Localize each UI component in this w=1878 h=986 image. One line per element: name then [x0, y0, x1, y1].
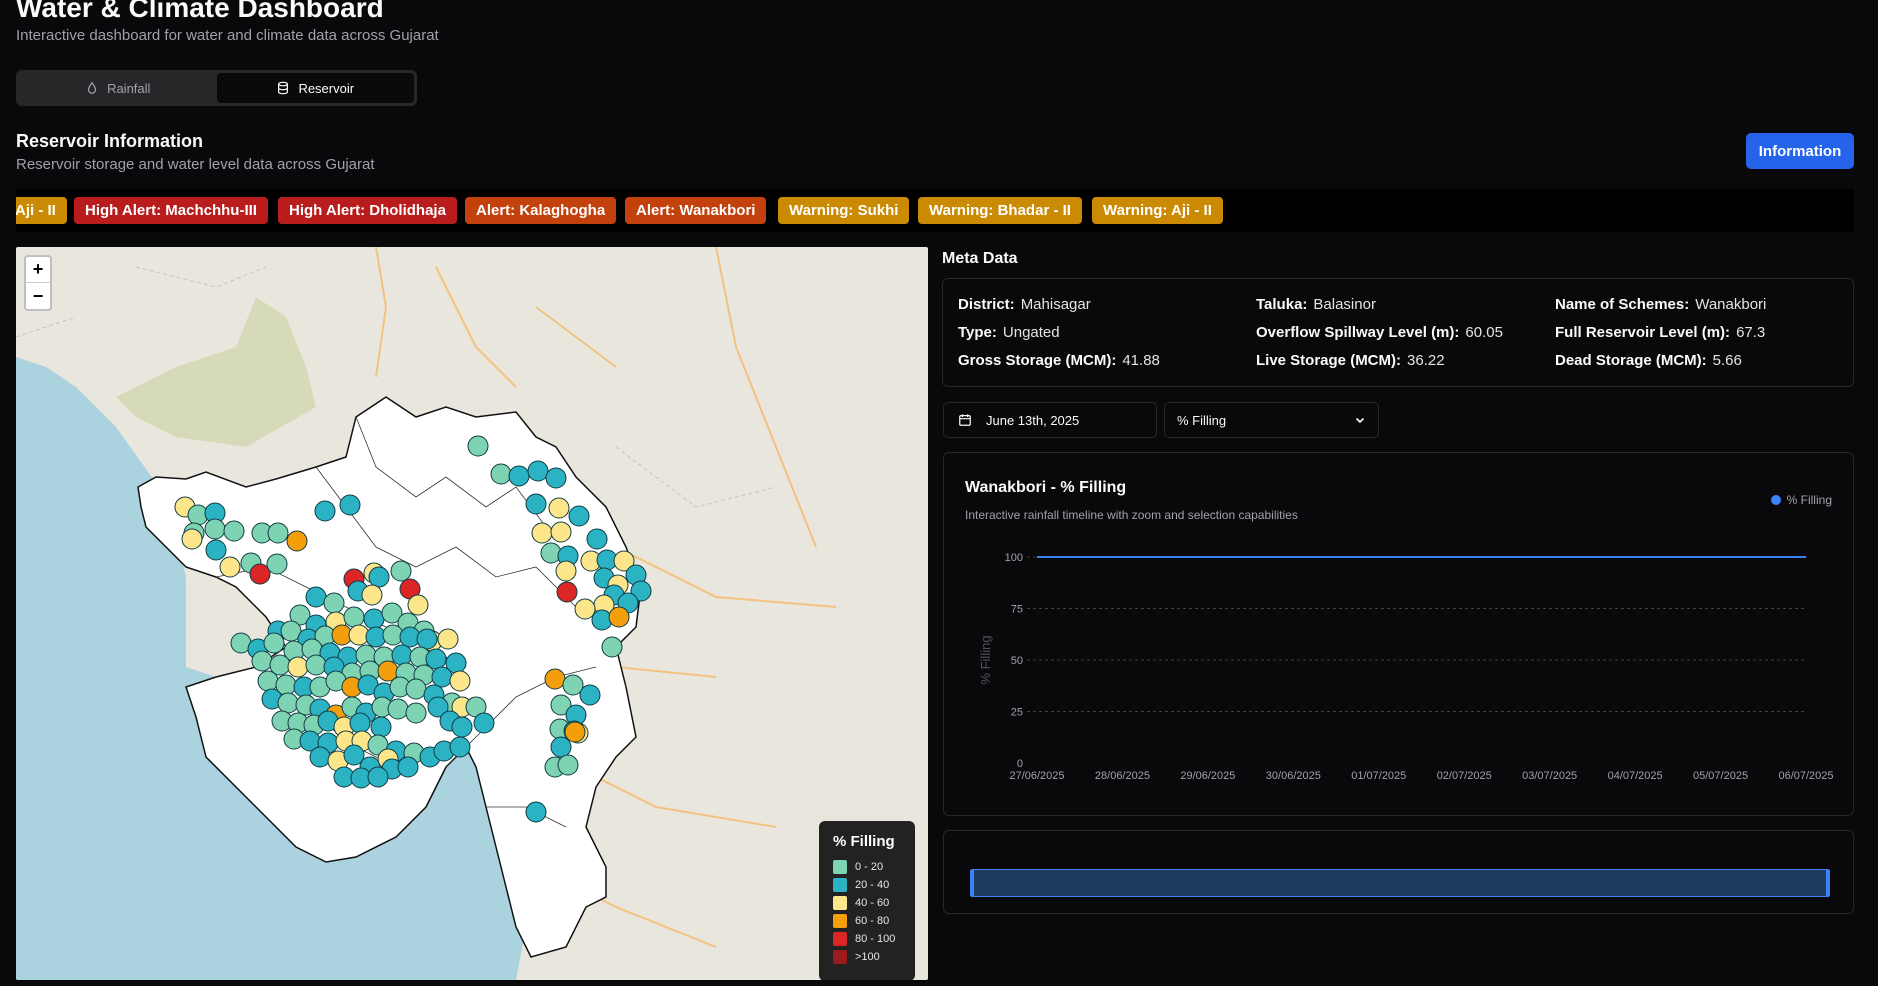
chart-card: Wanakbori - % Filling Interactive rainfa… [943, 452, 1854, 816]
alert-badge[interactable]: Alert: Kalaghogha [465, 197, 617, 224]
brush-handle-right[interactable] [1826, 870, 1830, 896]
alert-badge[interactable]: High Alert: Machchhu-III [74, 197, 268, 224]
meta-column: Taluka: Balasinor Overflow Spillway Level… [1256, 296, 1503, 369]
database-icon [278, 81, 289, 95]
reservoir-markers [174, 435, 652, 823]
x-tick-label: 06/07/2025 [1778, 770, 1833, 782]
y-tick-label: 25 [1011, 707, 1023, 719]
x-tick-label: 04/07/2025 [1608, 770, 1663, 782]
meta-data-title: Meta Data [942, 250, 1018, 267]
y-tick-label: 50 [1011, 655, 1023, 667]
meta-column: District: Mahisagar Type: Ungated Gross St… [958, 296, 1160, 369]
y-axis-label: % Filling [978, 635, 993, 684]
zoom-in-button[interactable]: + [26, 257, 50, 283]
alert-badge[interactable]: Warning: Sukhi [778, 197, 910, 224]
legend-item: >100 [833, 948, 901, 966]
y-tick-label: 75 [1011, 604, 1023, 616]
legend-title: % Filling [833, 833, 895, 850]
y-tick-label: 0 [1017, 758, 1023, 770]
section-title: Reservoir Information [16, 131, 204, 151]
rainfall-icon [87, 81, 97, 94]
tab-rainfall-label: Rainfall [107, 80, 151, 96]
date-value: June 13th, 2025 [986, 412, 1080, 428]
x-tick-label: 02/07/2025 [1437, 770, 1492, 782]
page-subtitle: Interactive dashboard for water and clim… [16, 27, 439, 44]
legend-item: 40 - 60 [833, 894, 901, 912]
legend-item: 60 - 80 [833, 912, 901, 930]
x-tick-label: 03/07/2025 [1522, 770, 1577, 782]
legend-item: 0 - 20 [833, 858, 901, 876]
alert-badge[interactable]: Alert: Wanakbori [625, 197, 767, 224]
brush-handle-left[interactable] [970, 870, 974, 896]
alert-badge[interactable]: Warning: Bhadar - II [918, 197, 1082, 224]
chevron-down-icon [1355, 417, 1365, 424]
page-title: Water & Climate Dashboard [16, 0, 384, 23]
zoom-out-button[interactable]: − [26, 283, 50, 309]
legend-item: 20 - 40 [833, 876, 901, 894]
metric-select[interactable]: % Filling [1164, 402, 1379, 438]
metric-select-value: % Filling [1177, 412, 1227, 428]
y-tick-label: 100 [1005, 552, 1023, 564]
tab-reservoir[interactable]: Reservoir [216, 73, 414, 103]
x-tick-label: 28/06/2025 [1095, 770, 1150, 782]
x-tick-label: 29/06/2025 [1180, 770, 1235, 782]
map-legend: % Filling 0 - 20 20 - 40 40 - 60 60 - 80… [819, 821, 915, 980]
x-tick-label: 05/07/2025 [1693, 770, 1748, 782]
alert-badge[interactable]: Aji - II [16, 197, 67, 224]
legend-item: 80 - 100 [833, 930, 901, 948]
timeline-brush-card [943, 830, 1854, 914]
alert-badge[interactable]: High Alert: Dholidhaja [278, 197, 457, 224]
alert-ticker: Aji - II High Alert: Machchhu-III High A… [16, 189, 1854, 232]
filling-line-chart[interactable]: 0 25 50 75 100 27/06/2025 28/06/2025 29/06/2025… [944, 453, 1855, 817]
x-tick-label: 27/06/2025 [1009, 770, 1064, 782]
tab-rainfall[interactable]: Rainfall [19, 73, 217, 103]
view-tabs: Rainfall Reservoir [16, 70, 417, 106]
section-subtitle: Reservoir storage and water level data a… [16, 156, 375, 173]
calendar-icon [959, 414, 971, 426]
meta-column: Name of Schemes: Wanakbori Full Reservoir… [1555, 296, 1767, 369]
page-header: Water & Climate Dashboard Interactive da… [16, 0, 439, 44]
tab-reservoir-label: Reservoir [298, 80, 355, 96]
information-button[interactable]: Information [1746, 133, 1854, 169]
x-tick-label: 01/07/2025 [1351, 770, 1406, 782]
timeline-brush[interactable] [970, 869, 1830, 897]
x-tick-label: 30/06/2025 [1266, 770, 1321, 782]
alert-badge[interactable]: Warning: Aji - II [1092, 197, 1223, 224]
reservoir-map[interactable]: + − % Filling 0 - 20 20 - 40 40 - 60 60 … [16, 247, 928, 980]
date-picker[interactable]: June 13th, 2025 [943, 402, 1157, 438]
map-zoom-control: + − [24, 255, 52, 311]
meta-data-panel: District: Mahisagar Type: Ungated Gross St… [942, 278, 1854, 387]
